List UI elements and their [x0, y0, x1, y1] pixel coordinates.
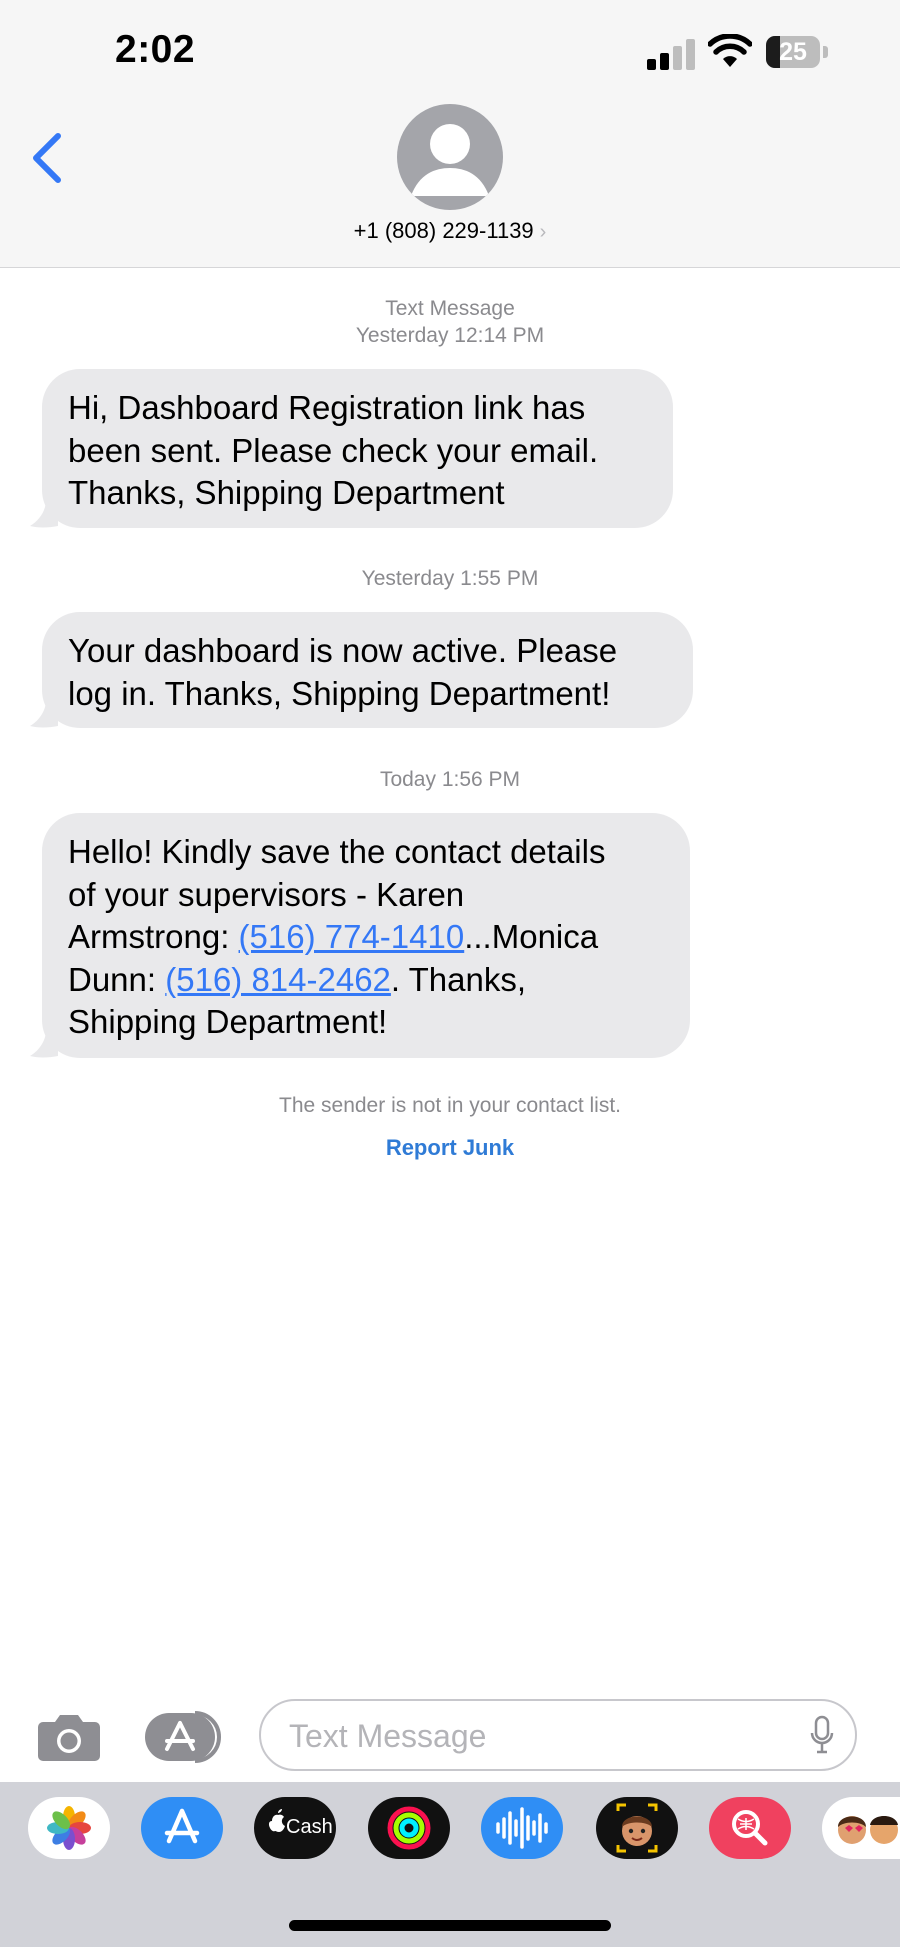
- memoji-icon[interactable]: [596, 1797, 678, 1859]
- message-text: Dunn:: [68, 960, 166, 998]
- message-service-label: Text Message: [385, 297, 515, 320]
- message-bubble[interactable]: Hi, Dashboard Registration link has been…: [42, 369, 673, 528]
- message-meta: Yesterday 1:55 PM: [0, 565, 900, 592]
- message-line: Your dashboard is now active. Please: [68, 632, 618, 669]
- apple-cash-icon[interactable]: Cash: [254, 1797, 336, 1859]
- contact-avatar[interactable]: [397, 104, 503, 210]
- phone-link[interactable]: (516) 814-2462: [165, 961, 391, 998]
- message-bubble[interactable]: Hello! Kindly save the contact details o…: [42, 813, 690, 1058]
- status-time: 2:02: [115, 28, 196, 71]
- app-store-icon[interactable]: [141, 1797, 223, 1859]
- message-timestamp: Today 1:56 PM: [379, 768, 521, 791]
- conversation-header: 2:02 25 +1 (808) 229-1139 ›: [0, 0, 900, 268]
- message-line: log in. Thanks, Shipping Department!: [68, 674, 611, 712]
- battery-icon: 25: [766, 36, 828, 68]
- message-bubble[interactable]: Your dashboard is now active. Please log…: [42, 612, 693, 728]
- microphone-icon[interactable]: [809, 1715, 835, 1755]
- cash-label: Cash: [286, 1816, 333, 1838]
- message-input[interactable]: [287, 1713, 771, 1759]
- report-junk-link[interactable]: Report Junk: [0, 1135, 900, 1161]
- message-input-field[interactable]: [259, 1699, 857, 1771]
- contact-number-text: +1 (808) 229-1139: [353, 218, 534, 243]
- message-line: Dunn: (516) 814-2462. Thanks,: [68, 959, 664, 1002]
- unknown-sender-notice: The sender is not in your contact list.: [279, 1094, 621, 1117]
- memoji-stickers-icon[interactable]: [822, 1797, 900, 1859]
- person-silhouette-icon: [411, 124, 489, 196]
- message-line: Armstrong: (516) 774-1410...Monica: [68, 916, 664, 959]
- message-text: ...Monica: [464, 918, 599, 955]
- audio-message-icon[interactable]: [481, 1797, 563, 1859]
- message-line: of your supervisors - Karen: [68, 875, 465, 913]
- image-search-icon[interactable]: [709, 1797, 791, 1859]
- home-indicator[interactable]: [289, 1920, 611, 1931]
- message-meta: Text Message Yesterday 12:14 PM: [0, 295, 900, 349]
- battery-level: 25: [779, 38, 807, 66]
- message-timestamp: Yesterday 1:55 PM: [361, 567, 539, 590]
- message-text: . Thanks,: [390, 960, 527, 998]
- message-line: been sent. Please check your email.: [68, 431, 599, 469]
- message-line: Thanks, Shipping Department: [68, 474, 505, 511]
- message-line: Hello! Kindly save the contact details: [68, 833, 606, 870]
- wifi-icon: [708, 34, 752, 67]
- contact-number[interactable]: +1 (808) 229-1139 ›: [0, 218, 900, 244]
- camera-icon[interactable]: [37, 1712, 101, 1762]
- message-timestamp: Yesterday 12:14 PM: [355, 324, 545, 347]
- message-line: Hi, Dashboard Registration link has: [68, 389, 586, 426]
- back-chevron-icon[interactable]: [28, 132, 68, 184]
- cellular-signal-icon: [647, 38, 697, 70]
- activity-icon[interactable]: [368, 1797, 450, 1859]
- phone-link[interactable]: (516) 774-1410: [239, 918, 465, 955]
- message-text: Armstrong:: [68, 918, 239, 955]
- photos-icon[interactable]: [28, 1797, 110, 1859]
- chevron-right-icon: ›: [539, 221, 547, 243]
- message-meta: Today 1:56 PM: [0, 766, 900, 793]
- message-line: Shipping Department!: [68, 1003, 388, 1040]
- app-store-drawer-icon[interactable]: [145, 1711, 225, 1763]
